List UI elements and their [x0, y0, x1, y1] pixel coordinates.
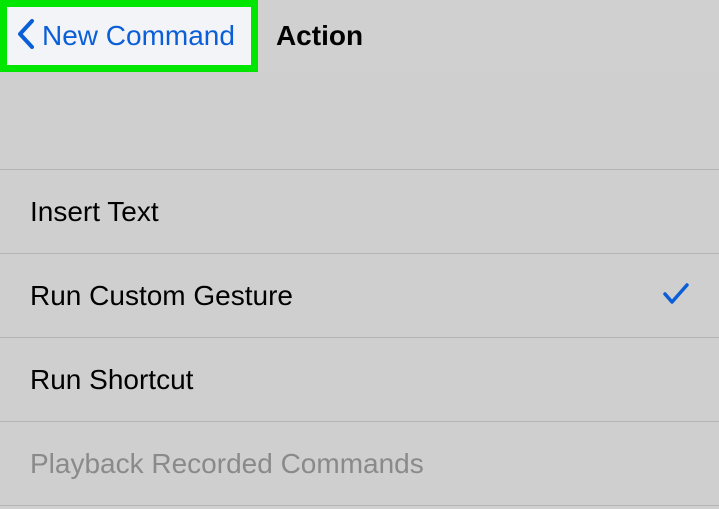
option-label: Insert Text: [30, 196, 159, 228]
page-title: Action: [276, 20, 363, 52]
option-label: Run Custom Gesture: [30, 280, 293, 312]
back-button[interactable]: New Command: [0, 0, 258, 72]
nav-bar: New Command Action: [0, 0, 719, 72]
option-label: Playback Recorded Commands: [30, 448, 424, 480]
option-playback-recorded-commands[interactable]: Playback Recorded Commands: [0, 422, 719, 506]
back-label: New Command: [42, 20, 235, 52]
checkmark-icon: [663, 280, 689, 312]
option-label: Run Shortcut: [30, 364, 193, 396]
option-insert-text[interactable]: Insert Text: [0, 170, 719, 254]
chevron-left-icon: [17, 19, 34, 54]
option-run-custom-gesture[interactable]: Run Custom Gesture: [0, 254, 719, 338]
section-gap: [0, 72, 719, 170]
action-list: Insert Text Run Custom Gesture Run Short…: [0, 170, 719, 506]
option-run-shortcut[interactable]: Run Shortcut: [0, 338, 719, 422]
